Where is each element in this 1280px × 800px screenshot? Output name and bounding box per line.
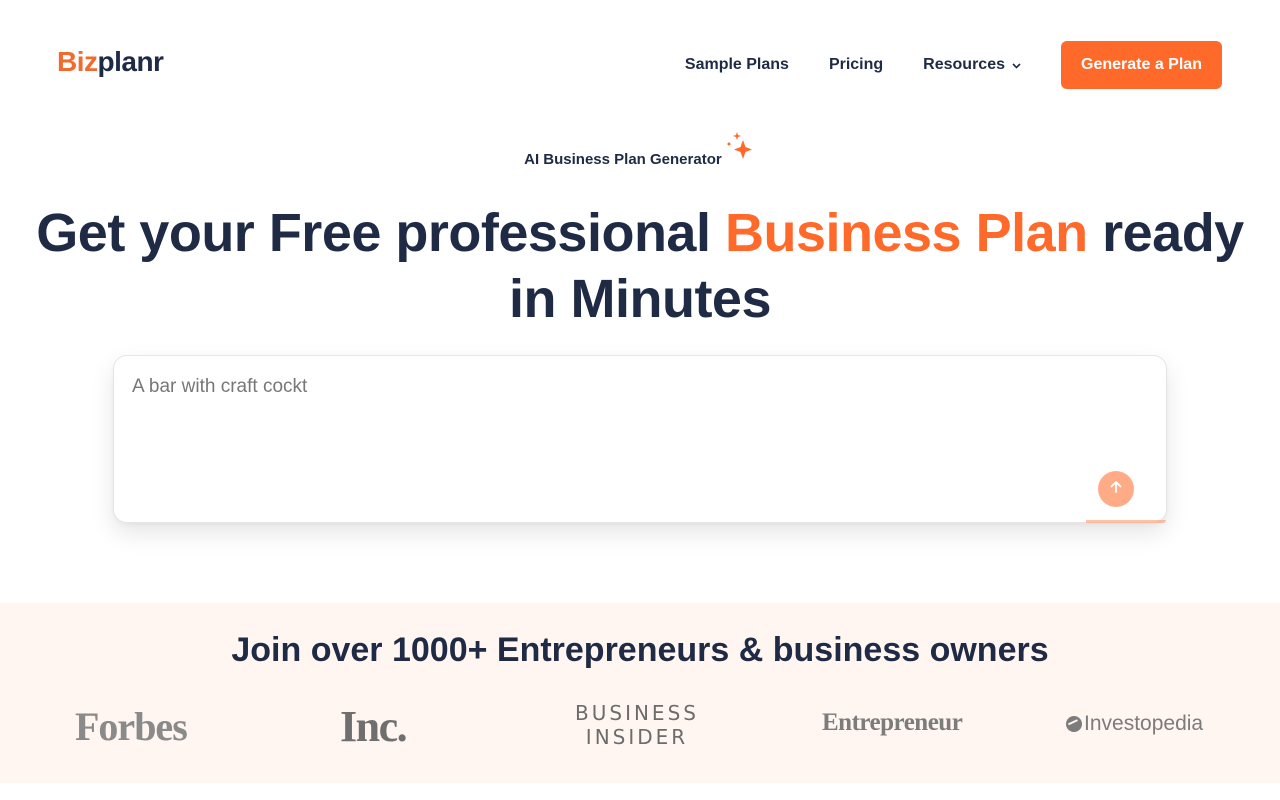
box-accent-line bbox=[1086, 520, 1166, 523]
logo-accent: Biz bbox=[57, 46, 98, 77]
nav-pricing[interactable]: Pricing bbox=[829, 56, 883, 74]
chevron-down-icon bbox=[1012, 60, 1021, 72]
hero-title: Get your Free professional Business Plan… bbox=[30, 200, 1250, 332]
business-insider-logo: BUSINESS INSIDER bbox=[571, 701, 703, 749]
bi-line2: INSIDER bbox=[585, 725, 689, 749]
investopedia-logo: Investopedia bbox=[1066, 712, 1203, 736]
arrow-up-icon bbox=[1109, 480, 1123, 499]
bi-line1: BUSINESS bbox=[575, 701, 699, 725]
social-proof-section: Join over 1000+ Entrepreneurs & business… bbox=[0, 603, 1280, 783]
hero-eyebrow: AI Business Plan Generator bbox=[0, 132, 1280, 168]
nav-resources-label: Resources bbox=[923, 56, 1005, 73]
nav-sample-plans-label: Sample Plans bbox=[684, 56, 789, 73]
investopedia-wordmark: Investopedia bbox=[1084, 712, 1204, 735]
sparkle-icon bbox=[726, 132, 756, 166]
eyebrow-text: AI Business Plan Generator bbox=[524, 151, 722, 168]
business-idea-box: A bar with craft cockt bbox=[113, 355, 1167, 523]
hero-title-highlight: Business Plan bbox=[724, 203, 1088, 263]
press-logos: Forbes Inc. BUSINESS INSIDER Entrepreneu… bbox=[0, 699, 1280, 759]
investopedia-mark-icon bbox=[1066, 716, 1082, 732]
inc-logo: Inc. bbox=[340, 702, 408, 751]
main-nav: Sample Plans Pricing Resources Generate … bbox=[685, 41, 1222, 89]
submit-idea-button[interactable] bbox=[1098, 471, 1134, 507]
site-header: Bizplanr Sample Plans Pricing Resources … bbox=[0, 0, 1280, 130]
social-proof-title: Join over 1000+ Entrepreneurs & business… bbox=[231, 631, 1049, 669]
nav-resources[interactable]: Resources bbox=[923, 56, 1021, 74]
nav-sample-plans[interactable]: Sample Plans bbox=[685, 56, 789, 74]
generate-plan-button[interactable]: Generate a Plan bbox=[1061, 41, 1222, 89]
logo-rest: planr bbox=[97, 46, 164, 77]
page: Bizplanr Sample Plans Pricing Resources … bbox=[0, 0, 1280, 800]
bizplanr-logo[interactable]: Bizplanr bbox=[57, 46, 164, 78]
nav-pricing-label: Pricing bbox=[828, 56, 884, 73]
business-idea-input[interactable]: A bar with craft cockt bbox=[132, 376, 1092, 496]
entrepreneur-logo: Entrepreneur bbox=[822, 709, 963, 736]
hero-title-part1: Get your Free professional bbox=[36, 203, 725, 263]
forbes-logo: Forbes bbox=[75, 704, 188, 749]
